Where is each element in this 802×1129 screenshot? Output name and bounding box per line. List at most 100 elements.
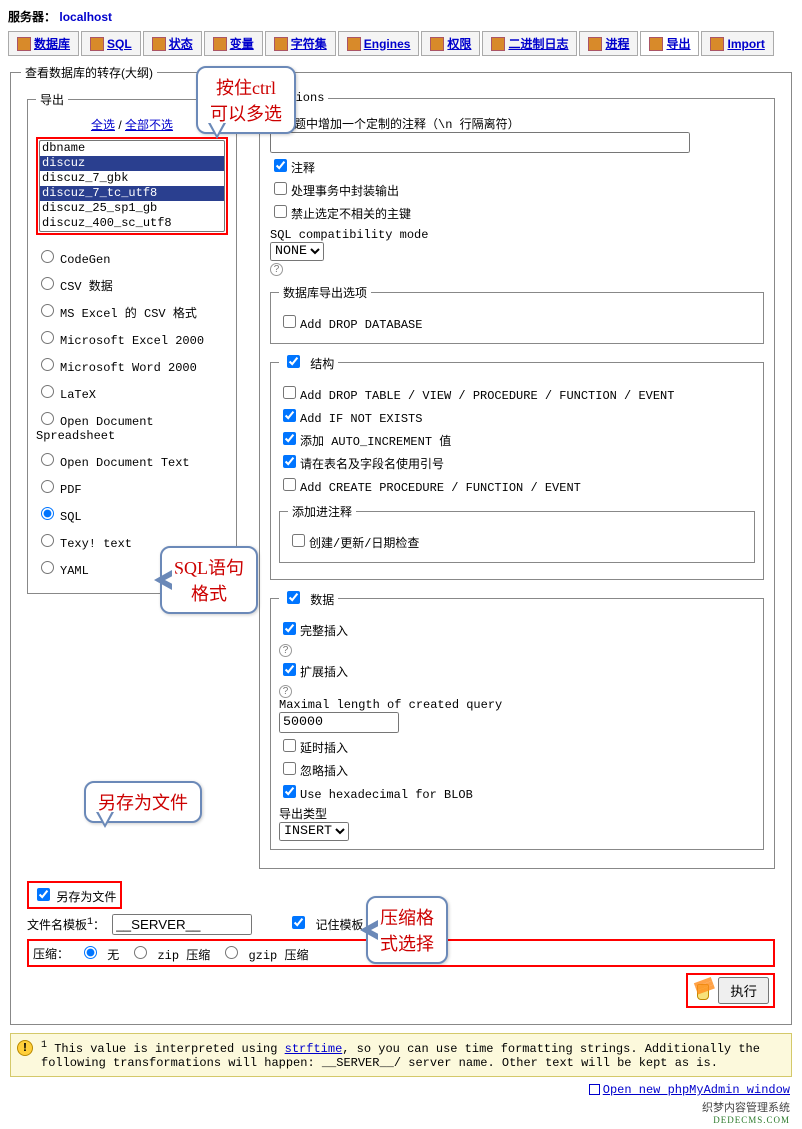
- format-radio[interactable]: [41, 250, 54, 263]
- help-icon[interactable]: ?: [279, 685, 292, 698]
- database-select[interactable]: dbnamediscuzdiscuz_7_gbkdiscuz_7_tc_utf8…: [39, 140, 225, 232]
- disable-fk-checkbox[interactable]: [274, 205, 287, 218]
- format-radio[interactable]: [41, 507, 54, 520]
- server-label: 服务器：: [8, 10, 56, 24]
- drop-table-label[interactable]: Add DROP TABLE / VIEW / PROCEDURE / FUNC…: [300, 389, 674, 403]
- max-len-label: Maximal length of created query: [279, 698, 755, 712]
- transaction-label[interactable]: 处理事务中封装输出: [291, 185, 399, 199]
- create-proc-label[interactable]: Add CREATE PROCEDURE / FUNCTION / EVENT: [300, 481, 581, 495]
- format-option[interactable]: CSV 数据: [36, 274, 228, 294]
- ignore-insert-label[interactable]: 忽略插入: [300, 765, 348, 779]
- file-template-input[interactable]: [112, 914, 252, 935]
- comments-label[interactable]: 注释: [291, 162, 315, 176]
- db-list-highlight: dbnamediscuzdiscuz_7_gbkdiscuz_7_tc_utf8…: [36, 137, 228, 235]
- if-not-exists-checkbox[interactable]: [283, 409, 296, 422]
- add-comments-fieldset: 添加进注释 创建/更新/日期检查: [279, 503, 755, 563]
- tab-数据库[interactable]: 数据库: [8, 31, 79, 56]
- backquotes-label[interactable]: 请在表名及字段名使用引号: [300, 458, 444, 472]
- select-all-link[interactable]: 全选: [91, 118, 115, 132]
- hex-blob-checkbox[interactable]: [283, 785, 296, 798]
- format-option[interactable]: LaTeX: [36, 382, 228, 402]
- format-radio[interactable]: [41, 561, 54, 574]
- format-option[interactable]: Microsoft Excel 2000: [36, 328, 228, 348]
- extended-insert-checkbox[interactable]: [283, 663, 296, 676]
- format-option[interactable]: Open Document Spreadsheet: [36, 409, 228, 443]
- complete-insert-checkbox[interactable]: [283, 622, 296, 635]
- format-radio[interactable]: [41, 277, 54, 290]
- hex-blob-label[interactable]: Use hexadecimal for BLOB: [300, 788, 473, 802]
- select-none-link[interactable]: 全部不选: [125, 118, 173, 132]
- export-type-select[interactable]: INSERT: [279, 822, 349, 841]
- tab-权限[interactable]: 权限: [421, 31, 480, 56]
- footer-link-row: Open new phpMyAdmin window: [12, 1083, 790, 1097]
- format-radio[interactable]: [41, 331, 54, 344]
- compress-zip-radio[interactable]: [134, 946, 147, 959]
- help-icon[interactable]: ?: [279, 644, 292, 657]
- callout-compression: 压缩格式选择: [366, 896, 448, 964]
- format-radio[interactable]: [41, 412, 54, 425]
- remember-template-checkbox[interactable]: [292, 916, 305, 929]
- backquotes-checkbox[interactable]: [283, 455, 296, 468]
- create-proc-checkbox[interactable]: [283, 478, 296, 491]
- dates-label[interactable]: 创建/更新/日期检查: [309, 537, 419, 551]
- max-len-input[interactable]: [279, 712, 399, 733]
- drop-table-checkbox[interactable]: [283, 386, 296, 399]
- ignore-insert-checkbox[interactable]: [283, 762, 296, 775]
- drop-db-checkbox[interactable]: [283, 315, 296, 328]
- dates-checkbox[interactable]: [292, 534, 305, 547]
- format-radio[interactable]: [41, 534, 54, 547]
- data-legend: 数据: [279, 588, 338, 608]
- format-option[interactable]: PDF: [36, 477, 228, 497]
- tab-进程[interactable]: 进程: [579, 31, 638, 56]
- if-not-exists-label[interactable]: Add IF NOT EXISTS: [300, 412, 422, 426]
- save-as-file-label[interactable]: 另存为文件: [56, 890, 116, 904]
- complete-insert-label[interactable]: 完整插入: [300, 625, 348, 639]
- extended-insert-label[interactable]: 扩展插入: [300, 666, 348, 680]
- comment-input[interactable]: [270, 132, 690, 153]
- callout-sql-format: SQL语句格式: [160, 546, 258, 614]
- compress-none-radio[interactable]: [84, 946, 97, 959]
- transaction-checkbox[interactable]: [274, 182, 287, 195]
- format-radio[interactable]: [41, 480, 54, 493]
- format-radio[interactable]: [41, 453, 54, 466]
- format-option[interactable]: MS Excel 的 CSV 格式: [36, 301, 228, 321]
- tab-变量[interactable]: 变量: [204, 31, 263, 56]
- footnote-box: ! 1 This value is interpreted using strf…: [10, 1033, 792, 1077]
- auto-inc-label[interactable]: 添加 AUTO_INCREMENT 值: [300, 435, 451, 449]
- data-enable-checkbox[interactable]: [287, 591, 300, 604]
- brand-footer: 织梦内容管理系统 DEDECMS.COM: [12, 1099, 790, 1125]
- tab-import[interactable]: Import: [701, 31, 773, 56]
- sql-compat-select[interactable]: NONE: [270, 242, 324, 261]
- delayed-insert-checkbox[interactable]: [283, 739, 296, 752]
- format-radio[interactable]: [41, 385, 54, 398]
- comments-checkbox[interactable]: [274, 159, 287, 172]
- tab-字符集[interactable]: 字符集: [265, 31, 336, 56]
- disable-fk-label[interactable]: 禁止选定不相关的主键: [291, 208, 411, 222]
- help-icon[interactable]: ?: [270, 263, 283, 276]
- format-option[interactable]: CodeGen: [36, 247, 228, 267]
- tab-导出[interactable]: 导出: [640, 31, 699, 56]
- tab-状态[interactable]: 状态: [143, 31, 202, 56]
- comment-label: 在标题中增加一个定制的注释（\n 行隔离符）: [270, 115, 764, 132]
- tab-engines[interactable]: Engines: [338, 31, 420, 56]
- tab-sql[interactable]: SQL: [81, 31, 141, 56]
- format-option[interactable]: Open Document Text: [36, 450, 228, 470]
- window-icon: [589, 1084, 600, 1095]
- tab-二进制日志[interactable]: 二进制日志: [482, 31, 577, 56]
- db-export-legend: 数据库导出选项: [279, 284, 371, 301]
- format-radio[interactable]: [41, 304, 54, 317]
- open-new-window-link[interactable]: Open new phpMyAdmin window: [603, 1083, 790, 1097]
- auto-inc-checkbox[interactable]: [283, 432, 296, 445]
- structure-enable-checkbox[interactable]: [287, 355, 300, 368]
- drop-db-label[interactable]: Add DROP DATABASE: [300, 318, 422, 332]
- compress-gzip-radio[interactable]: [225, 946, 238, 959]
- execute-button[interactable]: 执行: [718, 977, 769, 1004]
- format-option[interactable]: Microsoft Word 2000: [36, 355, 228, 375]
- options-fieldset: Options 在标题中增加一个定制的注释（\n 行隔离符） 注释 处理事务中封…: [259, 91, 775, 869]
- save-as-file-checkbox[interactable]: [37, 888, 50, 901]
- compression-label: 压缩：: [33, 945, 69, 962]
- export-legend: 导出: [36, 91, 68, 108]
- format-option[interactable]: SQL: [36, 504, 228, 524]
- delayed-insert-label[interactable]: 延时插入: [300, 742, 348, 756]
- format-radio[interactable]: [41, 358, 54, 371]
